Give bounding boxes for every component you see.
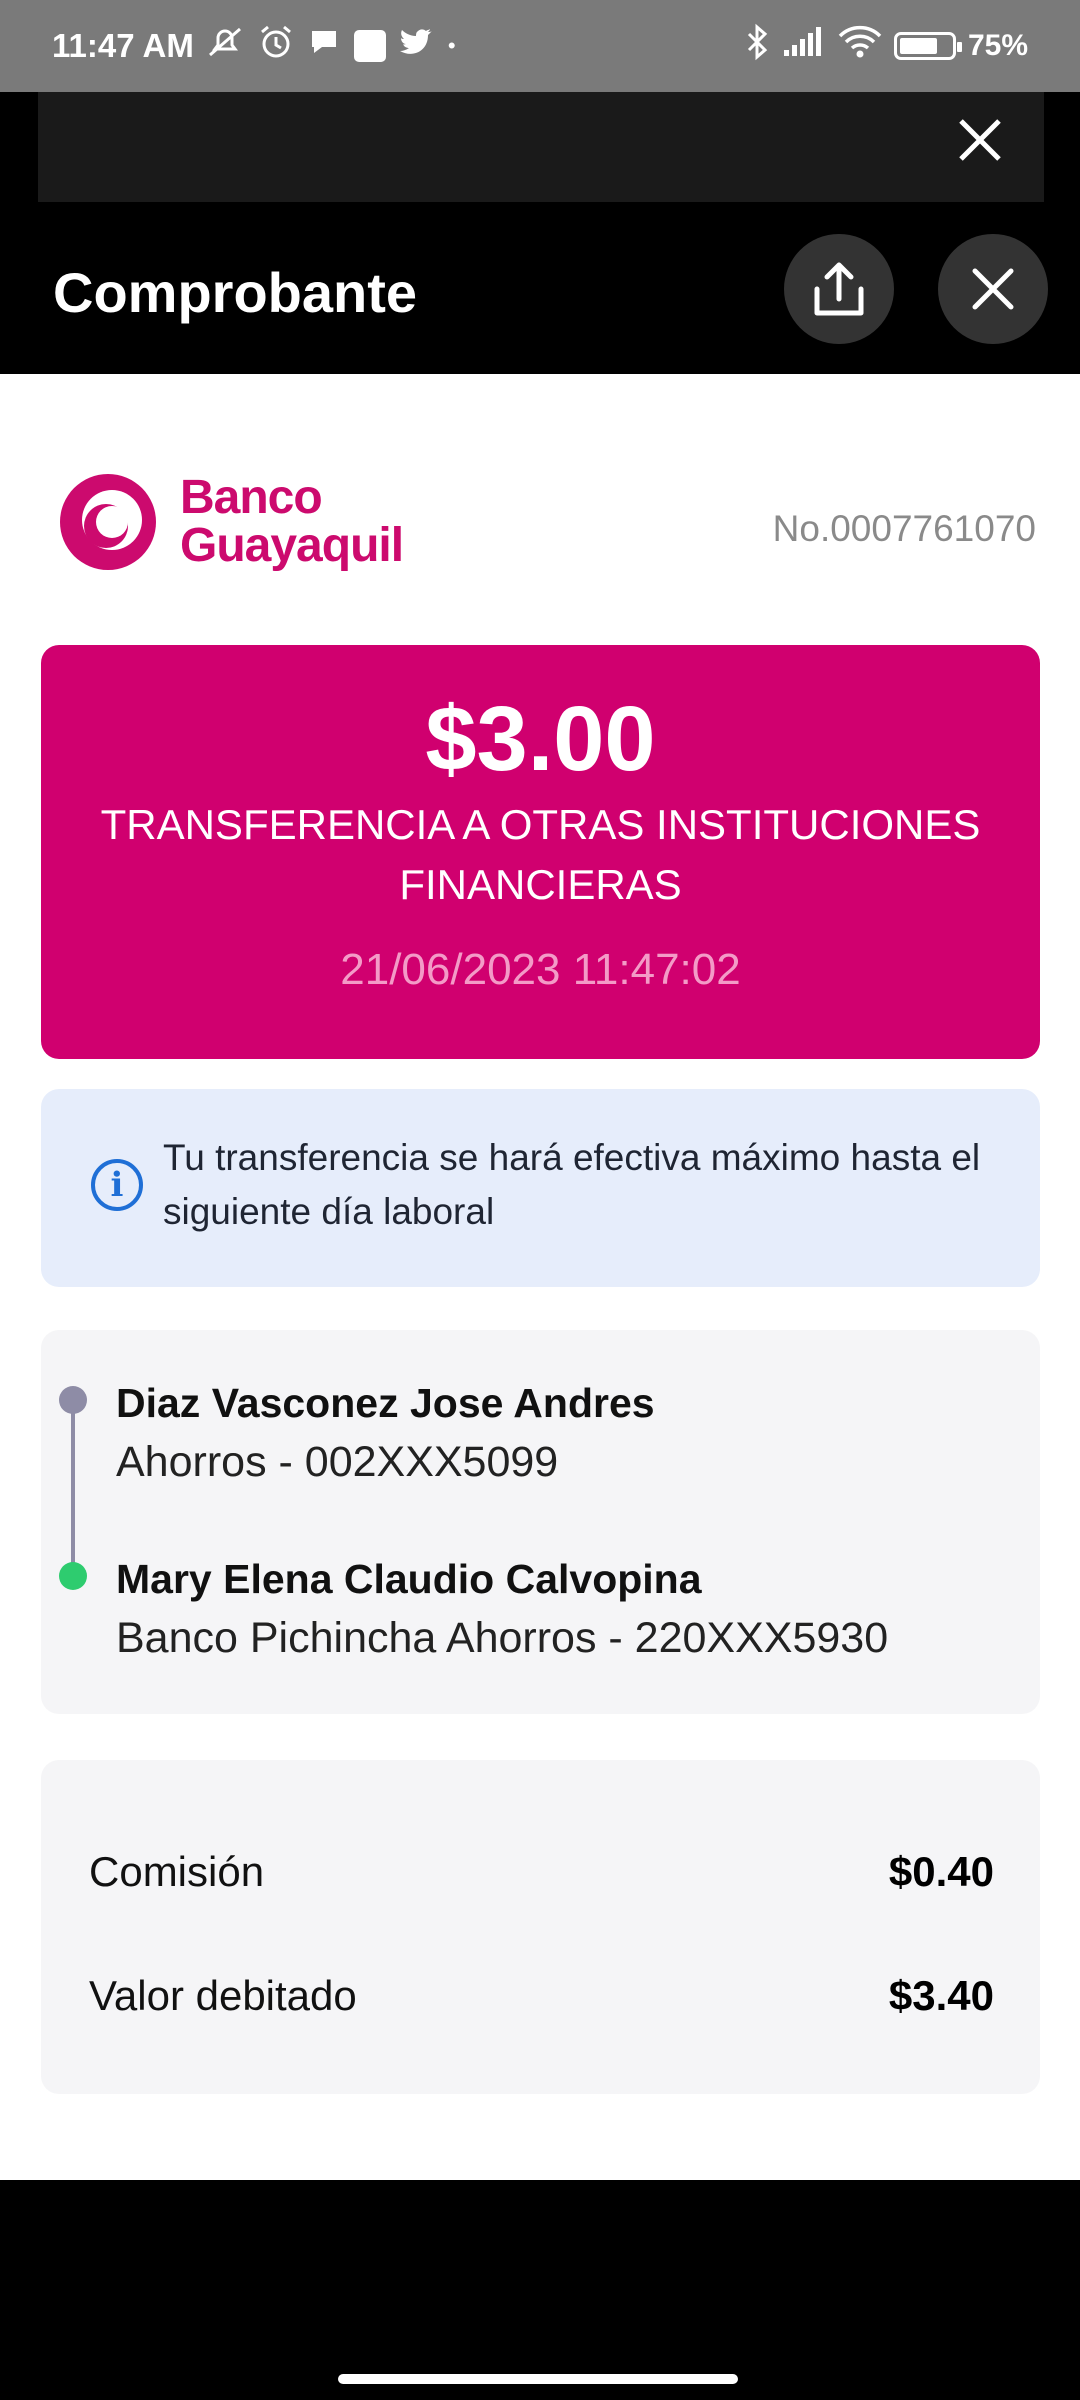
info-icon: i bbox=[91, 1159, 143, 1211]
receipt-number: No.0007761070 bbox=[772, 508, 1036, 549]
fee-row-commission: Comisión $0.40 bbox=[89, 1842, 994, 1902]
sender-account: Ahorros - 002XXX5099 bbox=[116, 1438, 559, 1486]
fee-row-debited: Valor debitado $3.40 bbox=[89, 1966, 994, 2026]
fee-label: Comisión bbox=[89, 1848, 265, 1895]
share-button[interactable] bbox=[784, 234, 894, 344]
battery-percent: 75% bbox=[967, 29, 1028, 62]
status-bar: 11:47 AM • 75% bbox=[0, 0, 1080, 92]
close-icon bbox=[972, 268, 1014, 310]
close-button[interactable] bbox=[938, 234, 1048, 344]
page-title: Comprobante bbox=[53, 261, 417, 324]
twitter-icon bbox=[399, 27, 434, 65]
status-time: 11:47 AM bbox=[52, 27, 194, 64]
status-icons-right: 75% bbox=[746, 23, 1028, 69]
transaction-type: TRANSFERENCIA A OTRAS INSTITUCIONES FINA… bbox=[100, 801, 981, 908]
header: Comprobante bbox=[0, 202, 1080, 374]
amount-card: $3.00 TRANSFERENCIA A OTRAS INSTITUCIONE… bbox=[41, 645, 1040, 1059]
muted-bell-icon bbox=[206, 25, 244, 67]
overlay-banner bbox=[38, 92, 1044, 202]
bank-logo: Banco Guayaquil bbox=[56, 470, 404, 574]
transfer-parties: Diaz Vasconez Jose Andres Ahorros - 002X… bbox=[41, 1330, 1040, 1714]
bank-logo-text: Banco Guayaquil bbox=[180, 471, 404, 572]
signal-icon bbox=[782, 26, 826, 66]
bank-logo-icon bbox=[60, 474, 156, 570]
square-app-icon bbox=[353, 30, 386, 62]
status-icons-left: • bbox=[206, 24, 456, 68]
dot-icon: • bbox=[447, 33, 456, 58]
transfer-amount: $3.00 bbox=[425, 688, 656, 790]
receipt-card: Banco Guayaquil No.0007761070 $3.00 TRAN… bbox=[0, 374, 1080, 2180]
recipient-name: Mary Elena Claudio Calvopina bbox=[116, 1556, 702, 1602]
info-notice: i Tu transferencia se hará efectiva máxi… bbox=[41, 1089, 1040, 1287]
origin-dot bbox=[59, 1386, 87, 1414]
info-message: Tu transferencia se hará efectiva máximo… bbox=[163, 1137, 981, 1232]
alarm-icon bbox=[258, 24, 294, 68]
bluetooth-icon bbox=[746, 23, 770, 69]
recipient-account: Banco Pichincha Ahorros - 220XXX5930 bbox=[116, 1614, 889, 1662]
transaction-date: 21/06/2023 11:47:02 bbox=[340, 945, 741, 994]
chat-icon bbox=[308, 27, 340, 65]
battery-icon bbox=[893, 32, 962, 60]
banner-close-button[interactable] bbox=[950, 114, 1010, 174]
timeline-line bbox=[71, 1400, 75, 1576]
bank-name-line1: Banco bbox=[180, 471, 323, 524]
wifi-icon bbox=[838, 25, 882, 67]
close-icon bbox=[959, 119, 1001, 161]
fees-summary: Comisión $0.40 Valor debitado $3.40 bbox=[41, 1760, 1040, 2094]
destination-dot bbox=[59, 1562, 87, 1590]
share-icon bbox=[814, 262, 864, 316]
bank-name-line2: Guayaquil bbox=[180, 519, 404, 572]
home-indicator[interactable] bbox=[338, 2374, 738, 2384]
fee-value: $0.40 bbox=[888, 1848, 994, 1895]
fee-value: $3.40 bbox=[888, 1972, 994, 2019]
fee-label: Valor debitado bbox=[89, 1972, 357, 2019]
sender-name: Diaz Vasconez Jose Andres bbox=[116, 1380, 655, 1426]
